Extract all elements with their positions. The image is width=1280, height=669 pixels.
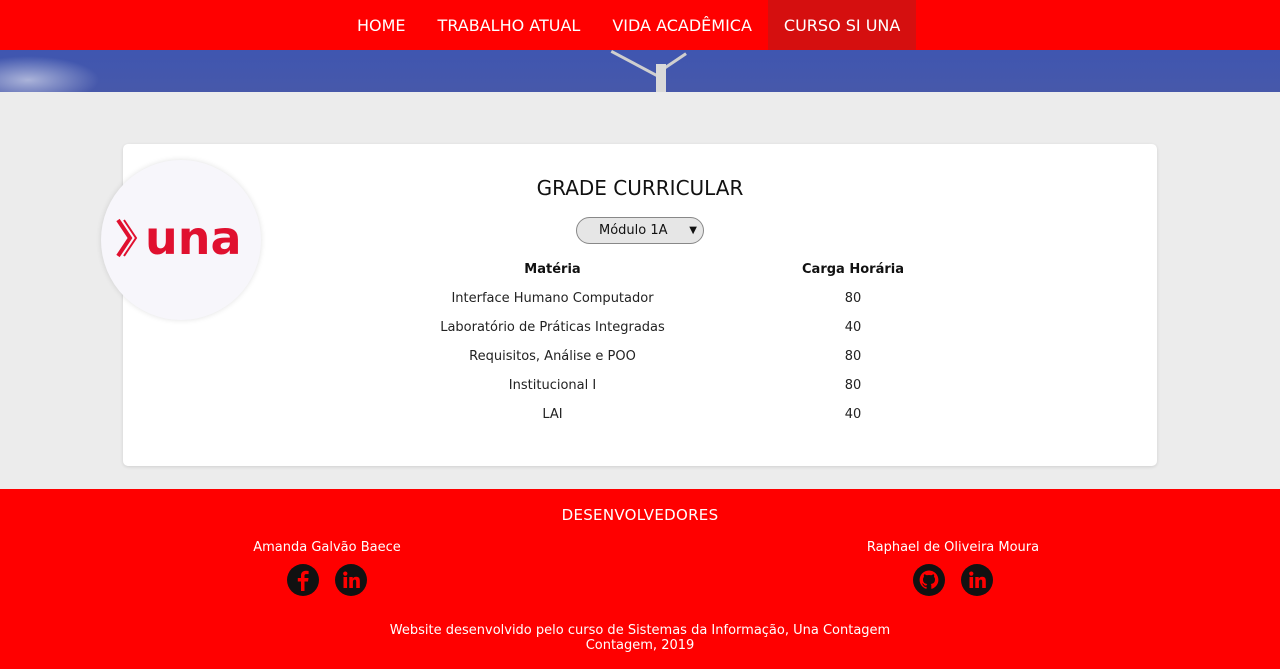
grade-curricular-card: GRADE CURRICULAR Módulo 1A ▼ Matéria Car… (123, 144, 1157, 466)
developer-social-links (913, 564, 993, 596)
module-select[interactable]: Módulo 1A ▼ (576, 217, 704, 244)
table-cell-carga: 40 (844, 320, 862, 335)
footer-credit: Website desenvolvido pelo curso de Siste… (0, 623, 1280, 653)
column-header-carga-horaria: Carga Horária (802, 262, 904, 277)
hero-wire (610, 50, 660, 79)
table-cell-materia: Laboratório de Práticas Integradas (440, 320, 665, 335)
nav-item-curso-si-una[interactable]: CURSO SI UNA (767, 0, 917, 50)
chevron-down-icon: ▼ (689, 225, 697, 236)
nav-item-trabalho-atual[interactable]: TRABALHO ATUAL (422, 0, 597, 50)
hero-pole (656, 64, 666, 92)
hero-banner (0, 50, 1280, 92)
hero-cloud (0, 56, 100, 92)
credit-line: Contagem, 2019 (585, 638, 695, 653)
table-cell-carga: 40 (844, 407, 862, 422)
table-cell-materia: Requisitos, Análise e POO (469, 349, 636, 364)
developer-name: Amanda Galvão Baece (253, 540, 401, 555)
card-title: GRADE CURRICULAR (536, 176, 744, 200)
una-logo-icon: una (116, 216, 242, 260)
table-cell-carga: 80 (844, 349, 862, 364)
module-select-value: Módulo 1A (599, 223, 668, 238)
nav-item-vida-academica[interactable]: VIDA ACADÊMICA (596, 0, 768, 50)
credit-line: Website desenvolvido pelo curso de Siste… (389, 623, 891, 638)
una-logo: una (101, 160, 261, 320)
developers-title: DESENVOLVEDORES (561, 506, 719, 524)
table-cell-materia: Interface Humano Computador (451, 291, 654, 306)
developer-name: Raphael de Oliveira Moura (866, 540, 1040, 555)
table-cell-materia: LAI (542, 407, 563, 422)
linkedin-icon[interactable] (335, 564, 367, 596)
nav-menu: HOME TRABALHO ATUAL VIDA ACADÊMICA CURSO… (341, 0, 917, 50)
top-nav: HOME TRABALHO ATUAL VIDA ACADÊMICA CURSO… (0, 0, 1280, 50)
developer-social-links (287, 564, 367, 596)
table-cell-carga: 80 (844, 291, 862, 306)
facebook-icon[interactable] (287, 564, 319, 596)
una-logo-text: una (145, 216, 242, 260)
linkedin-icon[interactable] (961, 564, 993, 596)
table-cell-materia: Institucional I (508, 378, 597, 393)
nav-item-home[interactable]: HOME (341, 0, 422, 50)
column-header-materia: Matéria (524, 262, 581, 277)
table-cell-carga: 80 (844, 378, 862, 393)
footer: DESENVOLVEDORES Amanda Galvão Baece Raph… (0, 489, 1280, 669)
github-icon[interactable] (913, 564, 945, 596)
